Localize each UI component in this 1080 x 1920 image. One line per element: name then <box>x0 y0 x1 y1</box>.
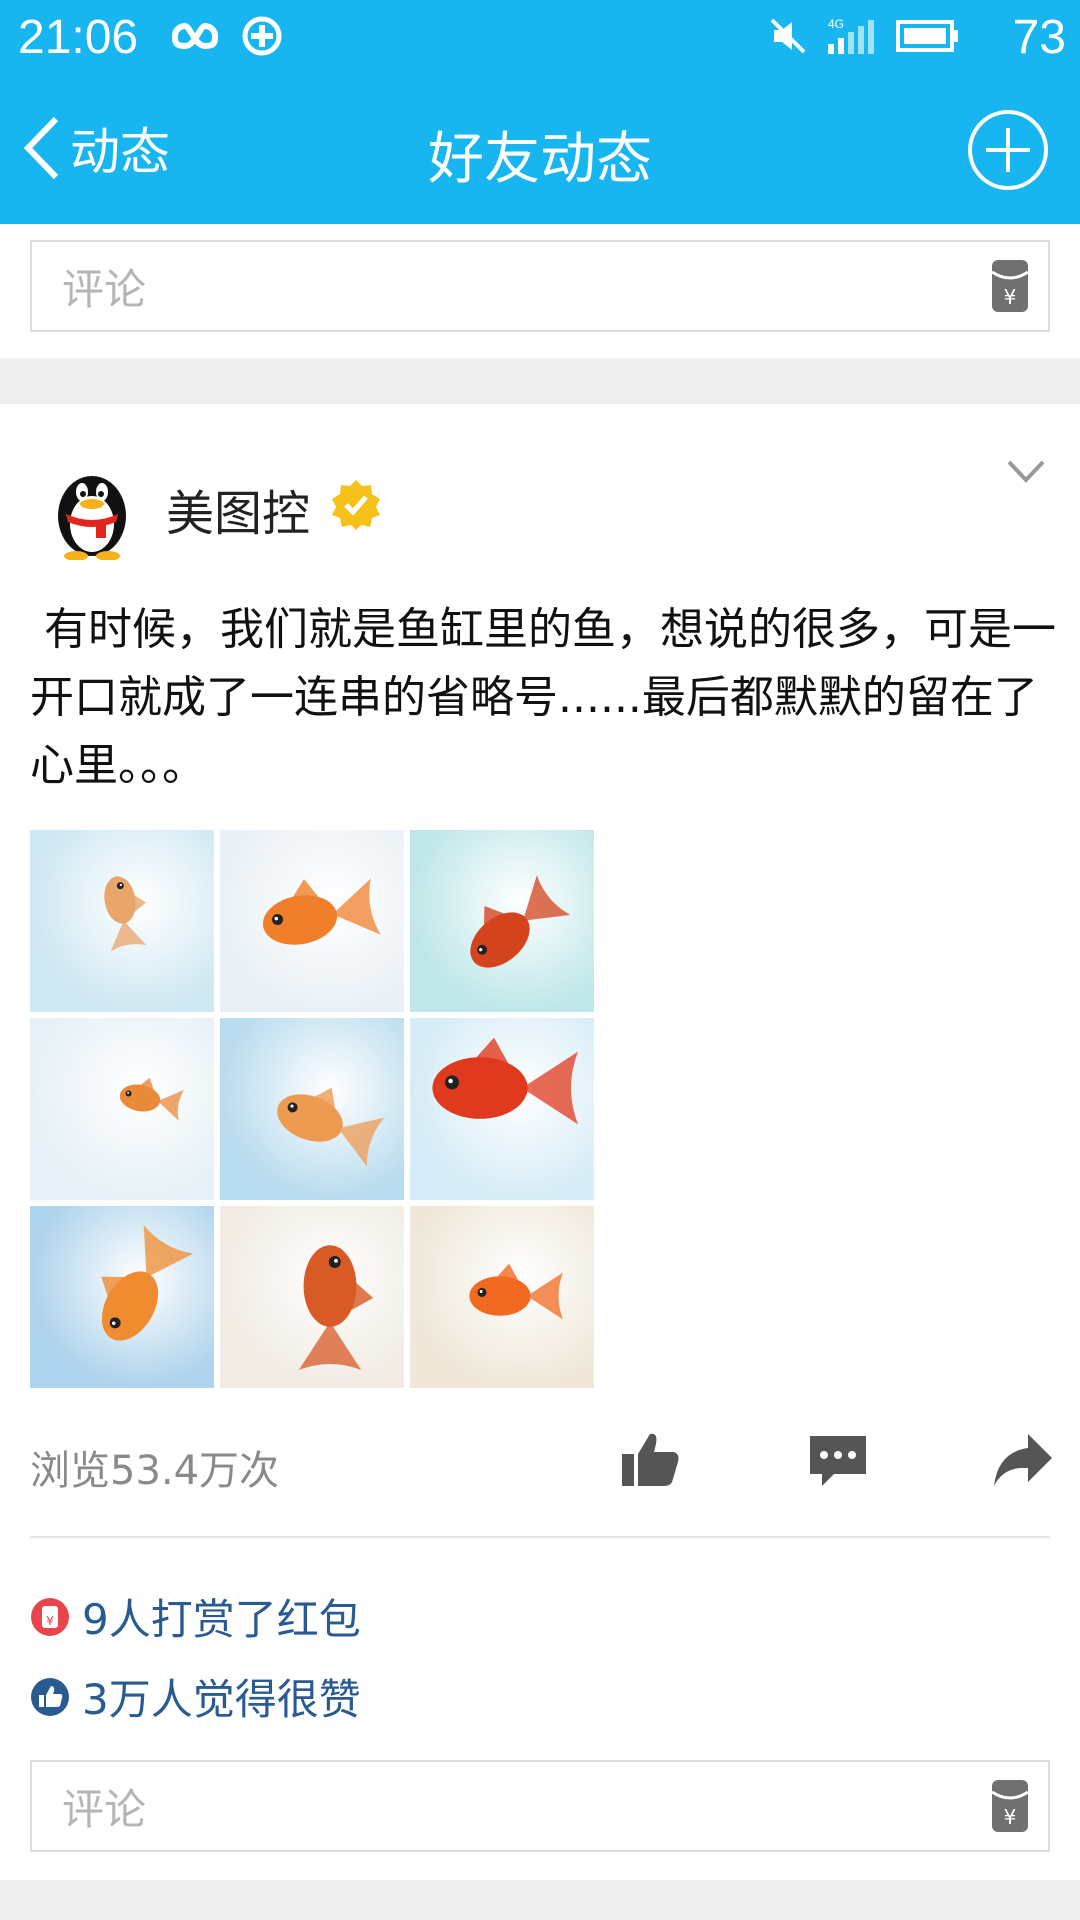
battery-percent: 73 <box>1012 11 1066 64</box>
redpacket-stat[interactable]: ¥ 9人打赏了红包 <box>30 1586 361 1647</box>
avatar[interactable] <box>40 456 144 560</box>
photo-thumbnail[interactable] <box>410 830 594 1012</box>
comment-icon[interactable] <box>806 1428 870 1492</box>
section-divider <box>0 358 1080 404</box>
bottom-gap <box>0 1880 1080 1920</box>
post-divider <box>30 1536 1050 1538</box>
battery-icon <box>896 20 958 52</box>
goldfish-image <box>298 1245 374 1371</box>
thumb-badge-icon <box>31 1677 69 1716</box>
photo-thumbnail[interactable] <box>30 1206 214 1388</box>
photo-thumbnail[interactable] <box>410 1206 594 1388</box>
comment-input-bottom[interactable]: 评论 ¥ <box>30 1760 1050 1852</box>
signal-icon: 4G <box>828 17 874 54</box>
svg-text:¥: ¥ <box>46 1614 54 1628</box>
photo-thumbnail[interactable] <box>30 1018 214 1200</box>
likes-text: 3万人觉得很赞 <box>82 1675 361 1724</box>
goldfish-image <box>262 878 381 945</box>
infinity-icon <box>171 22 219 50</box>
add-button[interactable] <box>968 110 1048 190</box>
like-icon[interactable] <box>618 1428 682 1492</box>
goldfish-image <box>101 1225 194 1341</box>
comment-placeholder: 评论 <box>62 264 147 314</box>
photo-thumbnail[interactable] <box>30 830 214 1012</box>
nav-bar: 动态 好友动态 <box>0 76 1080 224</box>
image-grid <box>30 830 594 1390</box>
svg-text:¥: ¥ <box>1004 1805 1017 1829</box>
photo-thumbnail[interactable] <box>220 1018 404 1200</box>
likes-stat[interactable]: 3万人觉得很赞 <box>30 1666 361 1727</box>
goldfish-image <box>277 1087 385 1167</box>
goldfish-image <box>432 1037 578 1125</box>
verified-badge-icon <box>332 480 380 530</box>
goldfish-image <box>119 1077 185 1121</box>
comment-input[interactable]: 评论 ¥ <box>30 240 1050 332</box>
svg-text:4G: 4G <box>828 17 844 31</box>
photo-thumbnail[interactable] <box>220 830 404 1012</box>
plus-circle-icon <box>242 16 282 56</box>
svg-text:¥: ¥ <box>1004 285 1017 309</box>
goldfish-image <box>470 875 571 968</box>
comment-placeholder-bottom: 评论 <box>62 1784 147 1834</box>
status-time: 21:06 <box>18 11 139 64</box>
photo-thumbnail[interactable] <box>220 1206 404 1388</box>
status-bar: 21:06 4G 73 <box>0 0 1080 76</box>
red-packet-icon[interactable]: ¥ <box>990 258 1030 314</box>
red-packet-badge-icon: ¥ <box>31 1597 69 1636</box>
post-text: 有时候，我们就是鱼缸里的鱼，想说的很多，可是一开口就成了一连串的省略号.....… <box>30 604 1056 791</box>
red-packet-icon[interactable]: ¥ <box>990 1778 1030 1834</box>
view-count: 浏览53.4万次 <box>30 1448 280 1494</box>
chevron-down-icon[interactable] <box>1006 456 1046 486</box>
page-title: 好友动态 <box>428 127 652 192</box>
photo-thumbnail[interactable] <box>410 1018 594 1200</box>
post-author[interactable]: 美图控 <box>166 474 310 544</box>
mute-icon <box>770 18 806 54</box>
goldfish-image <box>469 1263 563 1320</box>
goldfish-image <box>104 876 147 952</box>
share-icon[interactable] <box>990 1428 1054 1492</box>
redpacket-text: 9人打赏了红包 <box>82 1595 361 1644</box>
